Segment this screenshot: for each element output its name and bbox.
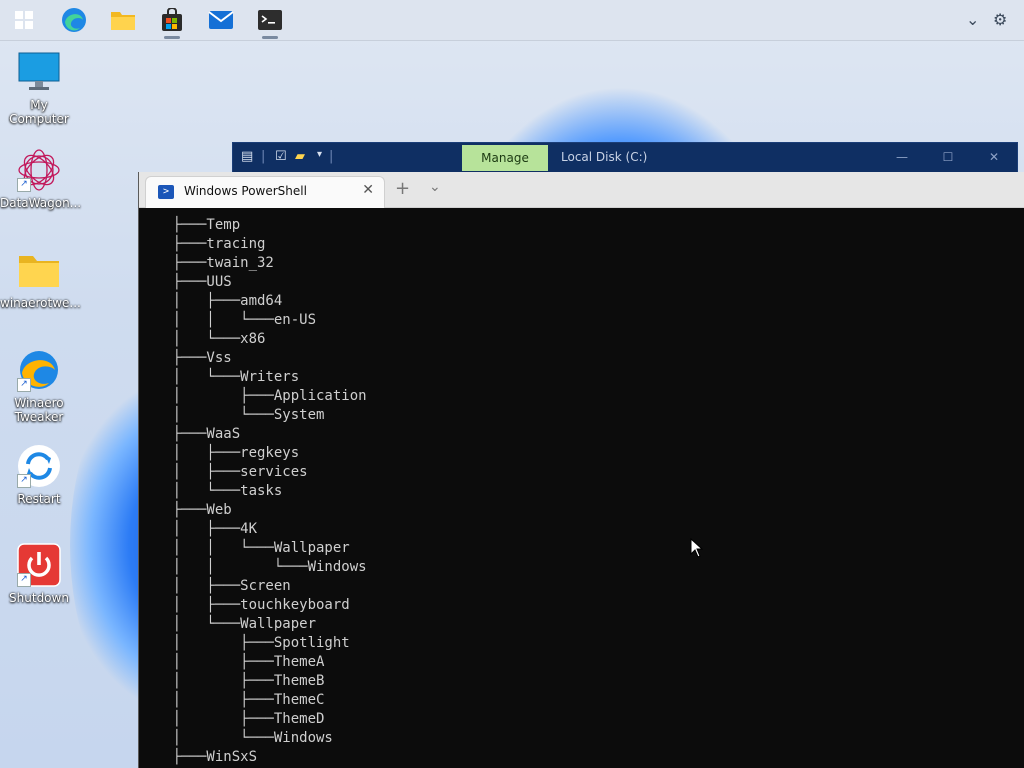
window-title: Local Disk (C:) [561,150,648,164]
start-icon [15,11,33,29]
console-line: ├───UUS [139,274,232,290]
terminal-button[interactable] [254,4,286,39]
mail-button[interactable] [205,4,237,36]
edge-button[interactable] [58,4,90,36]
close-tab-icon[interactable]: ✕ [362,182,374,198]
chevron-down-icon: ⌄ [966,10,980,29]
console-line: │ ├───ThemeC [139,692,325,708]
desktop-icon-label: My Computer [9,98,69,126]
checklist-icon[interactable]: ☑ [275,149,287,164]
powershell-window[interactable]: > Windows PowerShell ✕ + ⌄ ├───Temp ├───… [138,172,1024,768]
console-line: │ │ └───Windows [139,559,367,575]
console-line: ├───WinSxS [139,749,258,765]
maximize-button[interactable]: ☐ [925,143,971,171]
console-line: │ ├───ThemeD [139,711,325,727]
console-line: │ └───System [139,407,325,423]
console-line: │ └───tasks [139,483,283,499]
file-explorer-icon [111,12,135,30]
power-icon: ↗ [17,543,61,587]
console-line: │ ├───ThemeA [139,654,325,670]
start-button[interactable] [8,4,40,36]
desktop-icon-winaerotweaker-folder[interactable]: winaerotwe... [0,248,81,310]
tray-overflow[interactable]: ⌄ [966,10,979,29]
file-explorer-button[interactable] [107,4,139,36]
toolbar-separator: | [329,149,334,164]
tab-title: Windows PowerShell [184,184,307,198]
quick-access-dropdown-icon[interactable]: ▾ [317,149,322,160]
console-line: ├───Web [139,502,232,518]
console-line: │ ├───4K [139,521,258,537]
desktop-icon-datawagon[interactable]: ↗ DataWagon... [0,148,82,210]
console-line: │ │ └───Wallpaper [139,540,350,556]
toolbar-separator: | [261,149,266,164]
desktop-icon-winaero-tweaker[interactable]: ↗ Winaero Tweaker [0,348,78,424]
desktop-icon-restart[interactable]: ↗ Restart [0,444,78,506]
settings-tray[interactable]: ⚙ [993,10,1007,29]
shortcut-arrow-icon: ↗ [17,474,31,488]
console-line: ├───Vss [139,350,232,366]
desktop-icon-label: Shutdown [9,591,69,605]
edge-like-icon: ↗ [17,348,61,392]
monitor-icon [17,50,61,94]
console-line: │ ├───services [139,464,308,480]
store-icon [162,8,182,31]
desktop-icon-shutdown[interactable]: ↗ Shutdown [0,543,78,605]
shortcut-arrow-icon: ↗ [17,378,31,392]
mail-icon [208,11,234,29]
console-line: │ │ └───en-US [139,312,317,328]
chevron-down-icon[interactable]: ⌄ [429,179,441,195]
shortcut-arrow-icon: ↗ [17,573,31,587]
console-line: │ └───Wallpaper [139,616,317,632]
console-line: │ ├───Application [139,388,367,404]
console-line: ├───Temp [139,217,241,233]
new-tab-icon[interactable]: + [395,178,410,199]
spirograph-icon: ↗ [17,148,61,192]
taskbar: ⌄ ⚙ [0,0,1024,41]
terminal-icon [258,10,282,30]
tab-windows-powershell[interactable]: > Windows PowerShell ✕ [145,176,385,208]
console-line: ├───tracing [139,236,266,252]
console-line: ├───twain_32 [139,255,274,271]
gear-icon: ⚙ [993,10,1008,29]
new-folder-icon[interactable]: ▰ [295,149,305,164]
minimize-button[interactable]: — [879,143,925,171]
console-line: ├───WaaS [139,426,241,442]
ribbon-tab-manage[interactable]: Manage [462,145,548,171]
console-line: │ └───Windows [139,730,333,746]
desktop-icon-label: DataWagon... [0,196,82,210]
console-line: │ └───x86 [139,331,266,347]
terminal-tab-bar: > Windows PowerShell ✕ + ⌄ [139,172,1024,208]
console-line: │ ├───ThemeB [139,673,325,689]
file-explorer-window[interactable]: ▤ | ☑ ▰ ▾ | Manage Local Disk (C:) — ☐ ✕ [232,142,1018,174]
console-line: │ ├───Screen [139,578,291,594]
shortcut-arrow-icon: ↗ [17,178,31,192]
store-button[interactable] [156,4,188,39]
console-output[interactable]: ├───Temp ├───tracing ├───twain_32 ├───UU… [139,208,1024,768]
desktop-icon-label: Restart [17,492,61,506]
console-line: │ └───Writers [139,369,300,385]
console-line: │ ├───regkeys [139,445,300,461]
console-line: │ ├───amd64 [139,293,283,309]
desktop-icon-my-computer[interactable]: My Computer [0,50,78,126]
console-line: │ ├───touchkeyboard [139,597,350,613]
restart-icon: ↗ [17,444,61,488]
close-button[interactable]: ✕ [971,143,1017,171]
powershell-icon: > [158,185,174,199]
folder-icon [17,248,61,292]
desktop-icon-label: winaerotwe... [0,296,81,310]
console-line: │ ├───Spotlight [139,635,350,651]
properties-icon[interactable]: ▤ [241,149,253,164]
desktop-icon-label: Winaero Tweaker [14,396,64,424]
edge-icon [62,8,86,32]
